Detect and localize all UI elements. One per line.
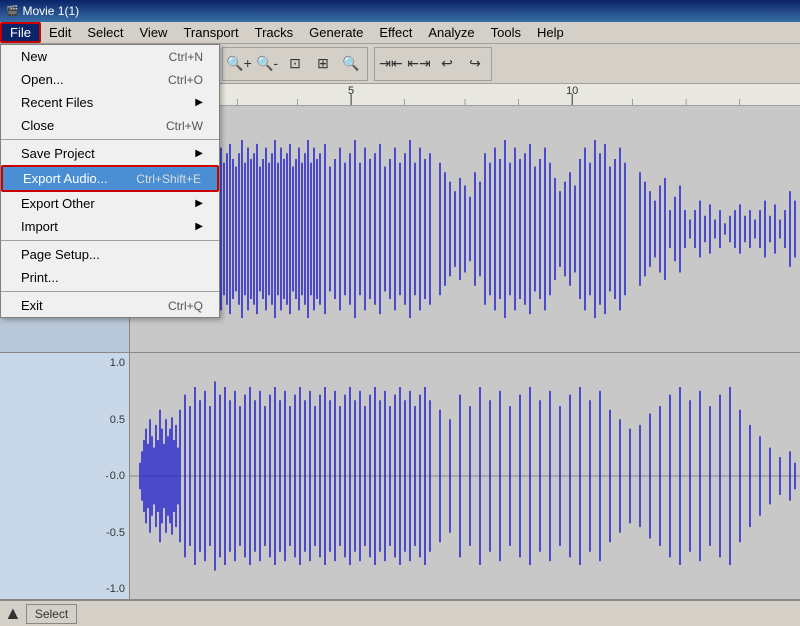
btn-zoom-out2[interactable]: 🔍 xyxy=(337,50,365,78)
menu-export-audio[interactable]: Export Audio... Ctrl+Shift+E xyxy=(1,165,219,192)
scale-labels: 1.0 0.5 0.0 -0.5 -1.0 xyxy=(106,353,125,599)
menu-print[interactable]: Print... xyxy=(1,266,219,289)
menu-transport[interactable]: Transport xyxy=(175,22,246,43)
title-text: Movie 1(1) xyxy=(22,4,79,18)
separator-1 xyxy=(1,139,219,140)
app-icon: 🎬 xyxy=(6,6,18,17)
waveform-1-svg xyxy=(130,106,800,352)
menu-page-setup[interactable]: Page Setup... xyxy=(1,243,219,266)
btn-zoom-out[interactable]: 🔍- xyxy=(253,50,281,78)
btn-redo[interactable]: ↪ xyxy=(461,50,489,78)
menu-save-project[interactable]: Save Project ▶ xyxy=(1,142,219,165)
menu-new[interactable]: New Ctrl+N xyxy=(1,45,219,68)
track-1-waveform[interactable] xyxy=(130,106,800,352)
btn-undo[interactable]: ↩ xyxy=(433,50,461,78)
menu-effect[interactable]: Effect xyxy=(371,22,420,43)
ruler-svg: 5 10 xyxy=(130,84,800,105)
btn-zoom-sel[interactable]: ⊞ xyxy=(309,50,337,78)
menu-recent-files[interactable]: Recent Files ▶ xyxy=(1,91,219,114)
menu-export-other[interactable]: Export Other ▶ xyxy=(1,192,219,215)
menu-file[interactable]: File xyxy=(0,22,41,43)
menu-bar: File Edit Select View Transport Tracks G… xyxy=(0,22,800,44)
waveform-2-svg xyxy=(130,353,800,599)
track-2-controls: 1.0 0.5 0.0 -0.5 -1.0 xyxy=(0,353,130,599)
menu-analyze[interactable]: Analyze xyxy=(420,22,482,43)
bottom-bar: ▲ Select xyxy=(0,600,800,626)
track-2-waveform[interactable] xyxy=(130,353,800,599)
btn-zoom-in[interactable]: 🔍+ xyxy=(225,50,253,78)
menu-exit[interactable]: Exit Ctrl+Q xyxy=(1,294,219,317)
bottom-arrow-icon: ▲ xyxy=(4,603,22,624)
zoom-section: 🔍+ 🔍- ⊡ ⊞ 🔍 xyxy=(222,47,368,81)
file-dropdown: New Ctrl+N Open... Ctrl+O Recent Files ▶… xyxy=(0,44,220,318)
svg-text:10: 10 xyxy=(566,85,578,97)
menu-import[interactable]: Import ▶ xyxy=(1,215,219,238)
menu-help[interactable]: Help xyxy=(529,22,572,43)
other-section: ⇥⇤ ⇤⇥ ↩ ↪ xyxy=(374,47,492,81)
menu-tracks[interactable]: Tracks xyxy=(247,22,302,43)
separator-2 xyxy=(1,240,219,241)
title-bar: 🎬 Movie 1(1) xyxy=(0,0,800,22)
btn-snap[interactable]: ⇥⇤ xyxy=(377,50,405,78)
menu-edit[interactable]: Edit xyxy=(41,22,79,43)
menu-select[interactable]: Select xyxy=(79,22,131,43)
menu-close[interactable]: Close Ctrl+W xyxy=(1,114,219,137)
menu-view[interactable]: View xyxy=(132,22,176,43)
svg-text:5: 5 xyxy=(348,85,354,97)
menu-generate[interactable]: Generate xyxy=(301,22,371,43)
btn-zoom-fit[interactable]: ⊡ xyxy=(281,50,309,78)
track-2: 1.0 0.5 0.0 -0.5 -1.0 xyxy=(0,353,800,600)
select-button[interactable]: Select xyxy=(26,604,77,624)
menu-open[interactable]: Open... Ctrl+O xyxy=(1,68,219,91)
btn-snap2[interactable]: ⇤⇥ xyxy=(405,50,433,78)
separator-3 xyxy=(1,291,219,292)
menu-tools[interactable]: Tools xyxy=(483,22,529,43)
